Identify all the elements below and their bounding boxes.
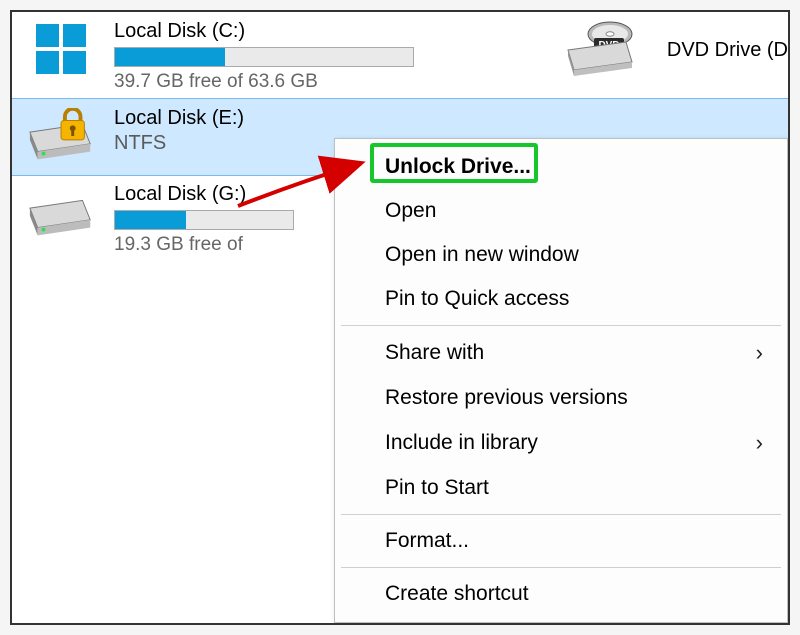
menu-item-open-new-window[interactable]: Open in new window [335, 233, 787, 277]
storage-bar [114, 210, 294, 230]
drive-name: Local Disk (E:) [114, 107, 778, 130]
menu-item-label: Unlock Drive... [385, 155, 531, 179]
storage-bar [114, 47, 414, 67]
menu-separator [341, 514, 781, 515]
hard-drive-icon [26, 181, 98, 245]
locked-drive-icon [26, 105, 98, 169]
menu-item-label: Open [385, 199, 436, 223]
storage-bar-fill [115, 211, 186, 229]
menu-item-label: Share with [385, 341, 484, 365]
menu-item-format[interactable]: Format... [335, 519, 787, 563]
menu-item-restore-versions[interactable]: Restore previous versions [335, 376, 787, 420]
menu-item-label: Format... [385, 529, 469, 553]
drive-item-dvd[interactable]: DVD DVD Drive (D [535, 12, 788, 88]
menu-item-include-library[interactable]: Include in library › [335, 420, 787, 466]
drive-row-top: Local Disk (C:) 39.7 GB free of 63.6 GB … [12, 12, 788, 99]
chevron-right-icon: › [756, 340, 763, 366]
menu-item-label: Restore previous versions [385, 386, 628, 410]
menu-item-unlock-drive[interactable]: Unlock Drive... [335, 145, 787, 189]
menu-item-label: Open in new window [385, 243, 579, 267]
chevron-right-icon: › [756, 430, 763, 456]
menu-item-create-shortcut[interactable]: Create shortcut [335, 572, 787, 616]
menu-separator [341, 325, 781, 326]
menu-item-pin-start[interactable]: Pin to Start [335, 466, 787, 510]
dvd-drive-icon: DVD [565, 18, 637, 82]
menu-item-label: Include in library [385, 431, 538, 455]
menu-separator [341, 567, 781, 568]
menu-item-label: Pin to Quick access [385, 287, 569, 311]
drive-name: Local Disk (C:) [114, 20, 525, 43]
drive-name: DVD Drive (D [667, 39, 788, 62]
menu-item-open[interactable]: Open [335, 189, 787, 233]
drive-free-text: 39.7 GB free of 63.6 GB [114, 71, 525, 93]
explorer-window: Local Disk (C:) 39.7 GB free of 63.6 GB … [10, 10, 790, 625]
storage-bar-fill [115, 48, 225, 66]
menu-item-pin-quick-access[interactable]: Pin to Quick access [335, 277, 787, 321]
menu-item-label: Pin to Start [385, 476, 489, 500]
drive-item-c[interactable]: Local Disk (C:) 39.7 GB free of 63.6 GB [12, 12, 535, 99]
menu-item-share-with[interactable]: Share with › [335, 330, 787, 376]
menu-item-label: Create shortcut [385, 582, 529, 606]
drive-info: Local Disk (C:) 39.7 GB free of 63.6 GB [114, 18, 525, 93]
context-menu: Unlock Drive... Open Open in new window … [334, 138, 788, 623]
windows-drive-icon [26, 18, 98, 82]
